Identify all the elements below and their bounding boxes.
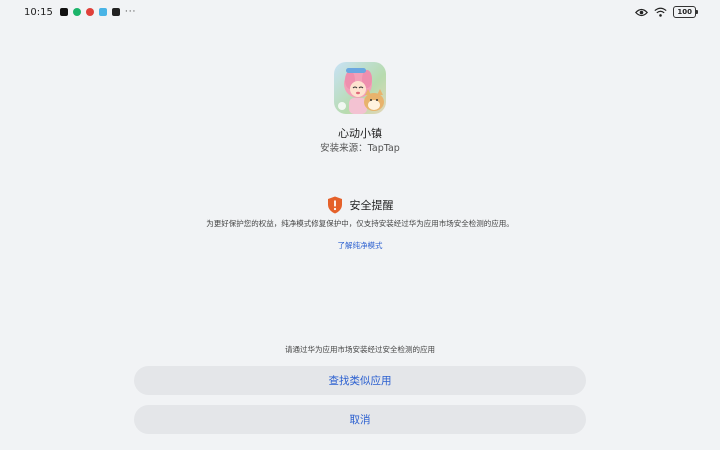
more-notifications-icon: ··· [124,7,137,17]
app-name: 心动小镇 [338,127,382,140]
taptap-notification-icon [98,8,107,16]
wechat-notification-icon [72,8,81,16]
security-warning-description: 为更好保护您的权益，纯净模式修复保护中，仅支持安装经过华为应用市场安全检测的应用… [206,219,514,228]
find-similar-apps-button[interactable]: 查找类似应用 [134,366,586,395]
security-warning-header: 安全提醒 [0,196,720,214]
clock: 10:15 [24,6,53,18]
learn-pure-mode-link[interactable]: 了解纯净模式 [0,240,720,251]
cancel-button[interactable]: 取消 [134,405,586,434]
app-notification-icon [85,8,94,16]
install-source: 安装来源：TapTap [320,143,400,154]
battery-icon: 100 [673,6,698,18]
status-bar-right: 100 [635,6,698,18]
wifi-icon [654,7,667,17]
game-notification-icon [111,8,120,16]
tiktok-notification-icon [59,8,68,16]
eye-comfort-icon [635,8,649,16]
status-bar: 10:15 ··· 100 [0,0,720,24]
install-advice-text: 请通过华为应用市场安装经过安全检测的应用 [285,345,435,354]
security-warning-title: 安全提醒 [349,199,394,212]
status-bar-left: 10:15 ··· [24,7,136,18]
shield-warning-icon [327,196,342,214]
app-icon [334,62,386,114]
app-icon-artwork [338,68,384,114]
